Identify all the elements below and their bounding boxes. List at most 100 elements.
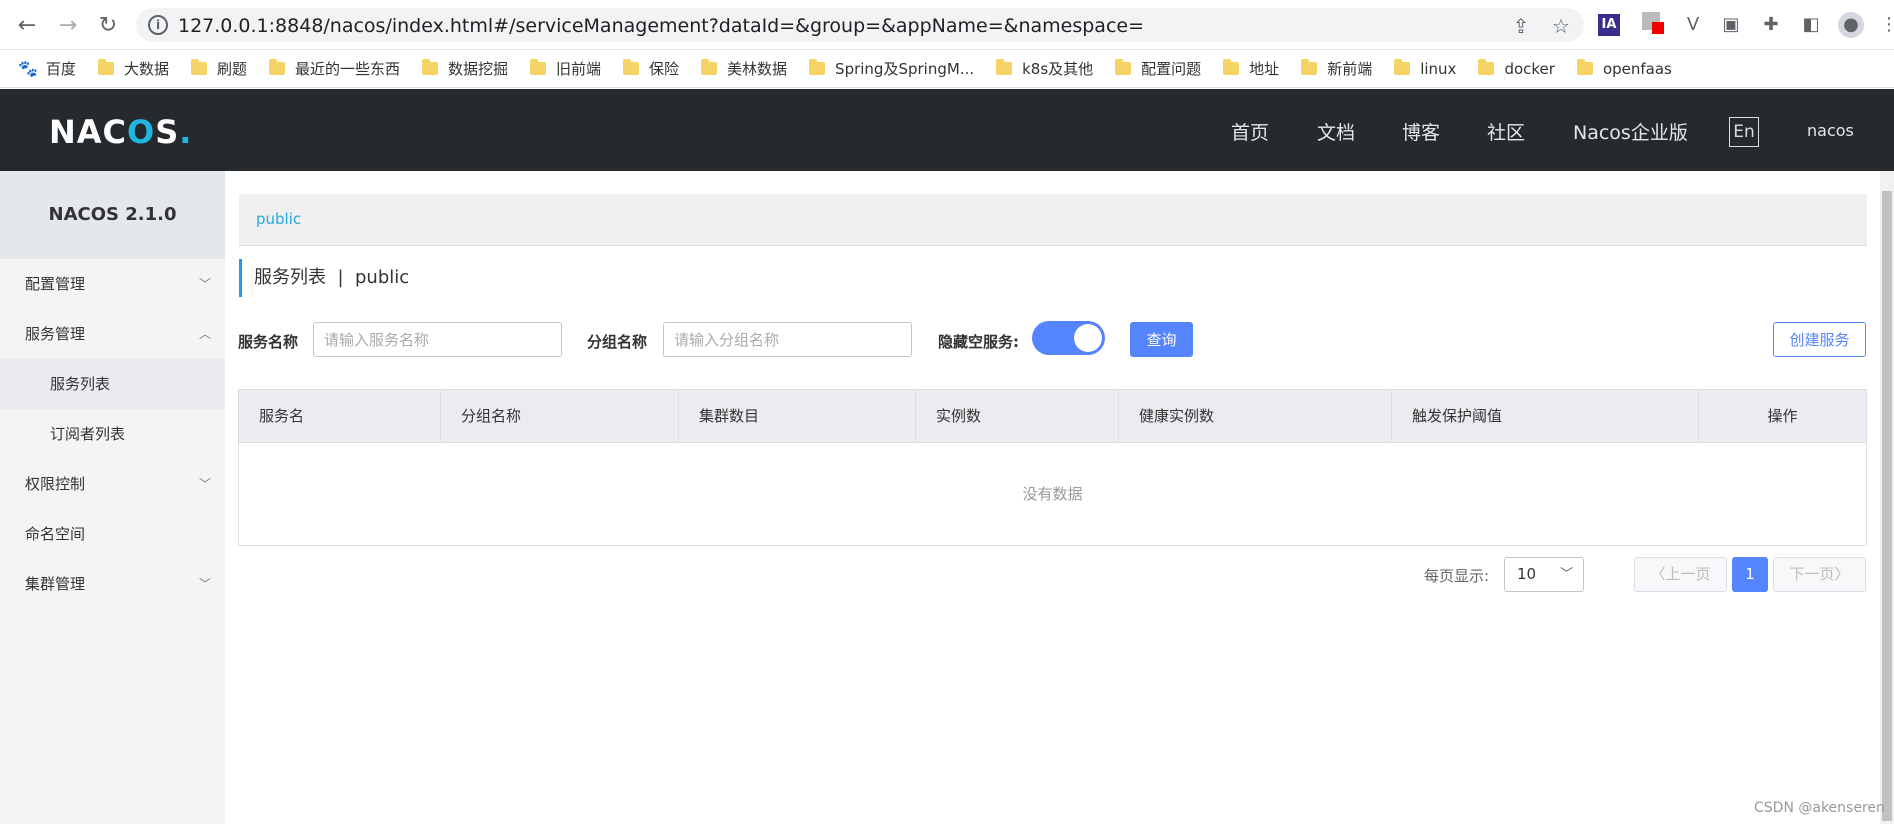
- browser-toolbar: ← → ↻ i 127.0.0.1:8848/nacos/index.html#…: [0, 0, 1894, 50]
- bookmark-folder[interactable]: 刷题: [190, 58, 247, 79]
- profile-icon[interactable]: ●: [1838, 12, 1864, 38]
- reload-icon[interactable]: ↻: [95, 12, 121, 38]
- group-name-label: 分组名称: [587, 333, 648, 351]
- column-header: 集群数目: [679, 390, 916, 443]
- nav-docs[interactable]: 文档: [1317, 118, 1355, 145]
- column-header: 触发保护阈值: [1392, 390, 1699, 443]
- table-header: 服务名 分组名称 集群数目 实例数 健康实例数 触发保护阈值 操作: [239, 390, 1866, 443]
- nav-blog[interactable]: 博客: [1402, 118, 1440, 145]
- extension-icon[interactable]: ▣: [1718, 12, 1744, 38]
- next-page-button[interactable]: 下一页〉: [1773, 557, 1866, 592]
- sidebar-item-config[interactable]: 配置管理 ﹀: [0, 259, 225, 309]
- sidebar-item-auth[interactable]: 权限控制 ﹀: [0, 459, 225, 509]
- nav-community[interactable]: 社区: [1487, 118, 1525, 145]
- menu-icon[interactable]: ⋮: [1876, 12, 1894, 38]
- vue-extension-icon[interactable]: V: [1680, 12, 1706, 38]
- site-info-icon[interactable]: i: [148, 15, 168, 35]
- sidebar-item-subscribers[interactable]: 订阅者列表: [0, 409, 225, 459]
- namespace-bar: public: [239, 194, 1867, 246]
- bookmark-folder[interactable]: linux: [1394, 59, 1456, 78]
- watermark: CSDN @akenseren: [1754, 800, 1885, 816]
- bookmark-folder[interactable]: k8s及其他: [996, 58, 1093, 79]
- folder-icon: [1478, 59, 1495, 75]
- bookmark-folder[interactable]: openfaas: [1576, 59, 1672, 78]
- create-service-button[interactable]: 创建服务: [1773, 322, 1866, 357]
- toggle-knob: [1074, 324, 1102, 352]
- puzzle-icon[interactable]: ✚: [1758, 12, 1784, 38]
- hide-empty-toggle[interactable]: [1032, 321, 1105, 355]
- bookmark[interactable]: 🐾 百度: [18, 58, 76, 79]
- bookmark-folder[interactable]: 大数据: [97, 58, 169, 79]
- chevron-right-icon: 〉: [1834, 565, 1850, 583]
- empty-state: 没有数据: [1022, 485, 1083, 503]
- sidepanel-icon[interactable]: ◧: [1798, 12, 1824, 38]
- scrollbar[interactable]: [1880, 171, 1894, 824]
- address-bar[interactable]: i 127.0.0.1:8848/nacos/index.html#/servi…: [136, 8, 1584, 42]
- service-name-label: 服务名称: [238, 333, 299, 351]
- folder-icon: [623, 59, 640, 75]
- chevron-down-icon: ﹀: [198, 577, 211, 591]
- bookmark-folder[interactable]: 地址: [1223, 58, 1279, 79]
- url-text[interactable]: 127.0.0.1:8848/nacos/index.html#/service…: [178, 15, 1144, 37]
- folder-icon: [530, 59, 546, 75]
- query-button[interactable]: 查询: [1130, 322, 1193, 357]
- share-icon[interactable]: ⇪: [1510, 15, 1532, 37]
- folder-icon: [1301, 59, 1318, 75]
- per-page-label: 每页显示:: [1424, 567, 1490, 585]
- folder-icon: [97, 59, 114, 75]
- column-header: 分组名称: [441, 390, 679, 443]
- bookmark-folder[interactable]: 数据挖掘: [421, 58, 508, 79]
- folder-icon: [1223, 59, 1240, 75]
- chevron-left-icon: 〈: [1650, 565, 1666, 583]
- sidebar-item-service[interactable]: 服务管理 ︿: [0, 309, 225, 359]
- folder-icon: [1115, 59, 1132, 75]
- nav-home[interactable]: 首页: [1231, 118, 1269, 145]
- bookmark-folder[interactable]: 旧前端: [530, 58, 601, 79]
- folder-icon: [996, 59, 1013, 75]
- folder-icon: [421, 59, 438, 75]
- sidebar-item-cluster[interactable]: 集群管理 ﹀: [0, 559, 225, 609]
- back-icon[interactable]: ←: [14, 12, 40, 38]
- bookmark-folder[interactable]: 美林数据: [701, 58, 787, 79]
- star-icon[interactable]: ☆: [1550, 15, 1572, 37]
- folder-icon: [1394, 59, 1411, 75]
- namespace-link-public[interactable]: public: [256, 210, 301, 228]
- folder-icon: [190, 59, 207, 75]
- per-page-select[interactable]: 10 ﹀: [1504, 557, 1584, 592]
- baidu-icon: 🐾: [18, 59, 38, 78]
- language-toggle[interactable]: En: [1729, 117, 1759, 147]
- column-header: 实例数: [916, 390, 1119, 443]
- user-name[interactable]: nacos: [1807, 121, 1854, 140]
- chevron-down-icon: ﹀: [198, 477, 211, 491]
- scrollbar-thumb[interactable]: [1882, 191, 1892, 821]
- forward-icon[interactable]: →: [55, 12, 81, 38]
- folder-icon: [268, 59, 285, 75]
- sidebar-title: NACOS 2.1.0: [0, 171, 225, 259]
- sidebar-item-service-list[interactable]: 服务列表: [0, 359, 225, 409]
- folder-icon: [1576, 59, 1593, 75]
- nav-enterprise[interactable]: Nacos企业版: [1573, 118, 1688, 145]
- bookmark-folder[interactable]: 最近的一些东西: [268, 58, 400, 79]
- hide-empty-label: 隐藏空服务:: [938, 333, 1019, 351]
- bookmarks-bar: 🐾 百度 大数据 刷题 最近的一些东西 数据挖掘 旧前端 保险 美林数据 Spri…: [0, 50, 1894, 88]
- bookmark-folder[interactable]: 新前端: [1301, 58, 1372, 79]
- sidebar-item-namespace[interactable]: 命名空间: [0, 509, 225, 559]
- current-page[interactable]: 1: [1732, 557, 1768, 592]
- column-header: 操作: [1767, 407, 1798, 425]
- column-header: 健康实例数: [1119, 390, 1392, 443]
- service-table: 服务名 分组名称 集群数目 实例数 健康实例数 触发保护阈值 操作 没有数据: [238, 389, 1867, 546]
- bookmark-folder[interactable]: Spring及SpringM...: [809, 58, 974, 79]
- chevron-down-icon: ﹀: [1559, 567, 1573, 582]
- ia-extension-icon[interactable]: IA: [1598, 14, 1620, 36]
- bookmark-folder[interactable]: docker: [1478, 59, 1555, 78]
- page-title: 服务列表 | public: [239, 259, 409, 297]
- service-name-input[interactable]: [313, 322, 562, 357]
- nacos-logo[interactable]: NACOS.: [49, 113, 192, 151]
- app-header: NACOS. 首页 文档 博客 社区 Nacos企业版 nacos: [0, 89, 1894, 171]
- bookmark-folder[interactable]: 配置问题: [1115, 58, 1201, 79]
- extension-icon[interactable]: [1638, 12, 1664, 38]
- prev-page-button[interactable]: 〈上一页: [1634, 557, 1727, 592]
- bookmark-folder[interactable]: 保险: [623, 58, 679, 79]
- column-header: 服务名: [239, 390, 441, 443]
- group-name-input[interactable]: [663, 322, 912, 357]
